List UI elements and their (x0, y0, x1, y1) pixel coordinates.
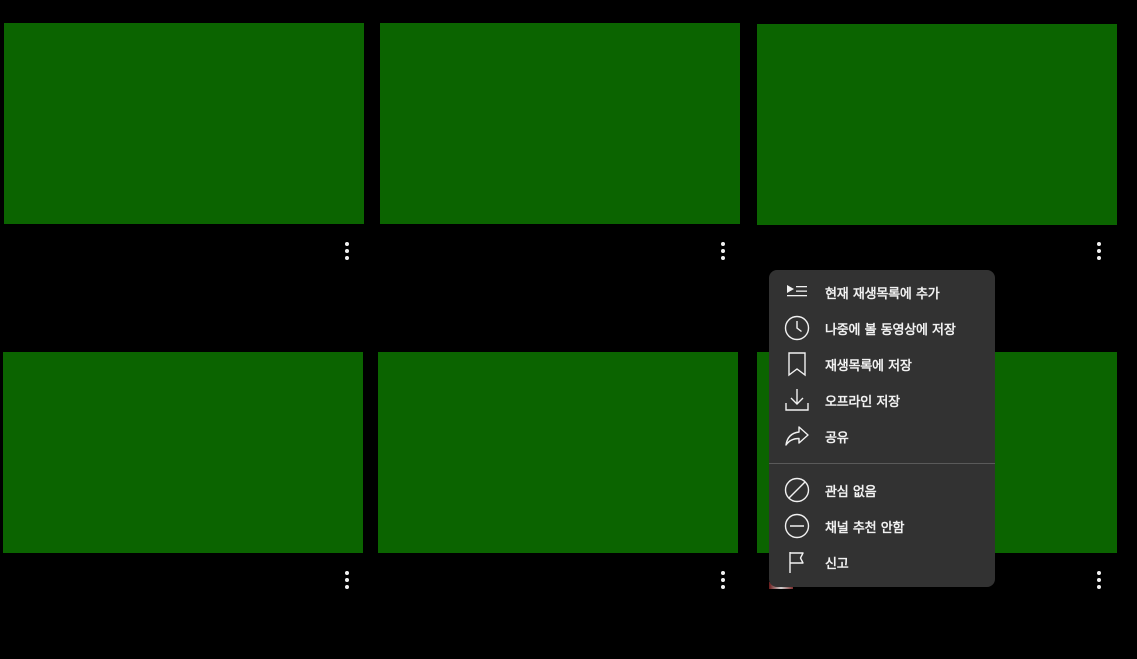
menu-item-label: 나중에 볼 동영상에 저장 (825, 322, 956, 338)
add-to-queue-icon (783, 278, 811, 306)
minus-circle-icon (783, 512, 811, 540)
menu-item-label: 재생목록에 저장 (825, 358, 912, 374)
menu-item-report[interactable]: 신고 (769, 544, 995, 580)
menu-item-label: 현재 재생목록에 추가 (825, 286, 940, 302)
video-thumbnail-1[interactable] (4, 23, 364, 224)
more-vertical-icon[interactable] (713, 568, 733, 592)
share-icon (783, 422, 811, 450)
video-thumbnail-3[interactable] (757, 24, 1117, 225)
more-vertical-icon[interactable] (1089, 568, 1109, 592)
video-context-menu: 현재 재생목록에 추가 나중에 볼 동영상에 저장 재생목록에 저장 오프라인 … (769, 270, 995, 587)
menu-item-label: 채널 추천 안함 (825, 520, 905, 536)
more-vertical-icon[interactable] (337, 568, 357, 592)
menu-item-label: 공유 (825, 430, 849, 446)
menu-item-save-to-playlist[interactable]: 재생목록에 저장 (769, 346, 995, 382)
flag-icon (783, 548, 811, 576)
menu-item-dont-recommend-channel[interactable]: 채널 추천 안함 (769, 508, 995, 544)
more-vertical-icon[interactable] (713, 239, 733, 263)
menu-item-label: 신고 (825, 556, 849, 572)
menu-item-add-to-queue[interactable]: 현재 재생목록에 추가 (769, 274, 995, 310)
menu-item-watch-later[interactable]: 나중에 볼 동영상에 저장 (769, 310, 995, 346)
menu-divider (769, 463, 995, 464)
menu-item-label: 관심 없음 (825, 484, 877, 500)
menu-item-share[interactable]: 공유 (769, 418, 995, 454)
video-thumbnail-5[interactable] (378, 352, 738, 553)
clock-icon (783, 314, 811, 342)
video-thumbnail-4[interactable] (3, 352, 363, 553)
download-icon (783, 386, 811, 414)
menu-item-download[interactable]: 오프라인 저장 (769, 382, 995, 418)
more-vertical-icon[interactable] (1089, 239, 1109, 263)
more-vertical-icon[interactable] (337, 239, 357, 263)
menu-item-not-interested[interactable]: 관심 없음 (769, 472, 995, 508)
video-thumbnail-2[interactable] (380, 23, 740, 224)
not-interested-icon (783, 476, 811, 504)
menu-item-label: 오프라인 저장 (825, 394, 900, 410)
bookmark-icon (783, 350, 811, 378)
